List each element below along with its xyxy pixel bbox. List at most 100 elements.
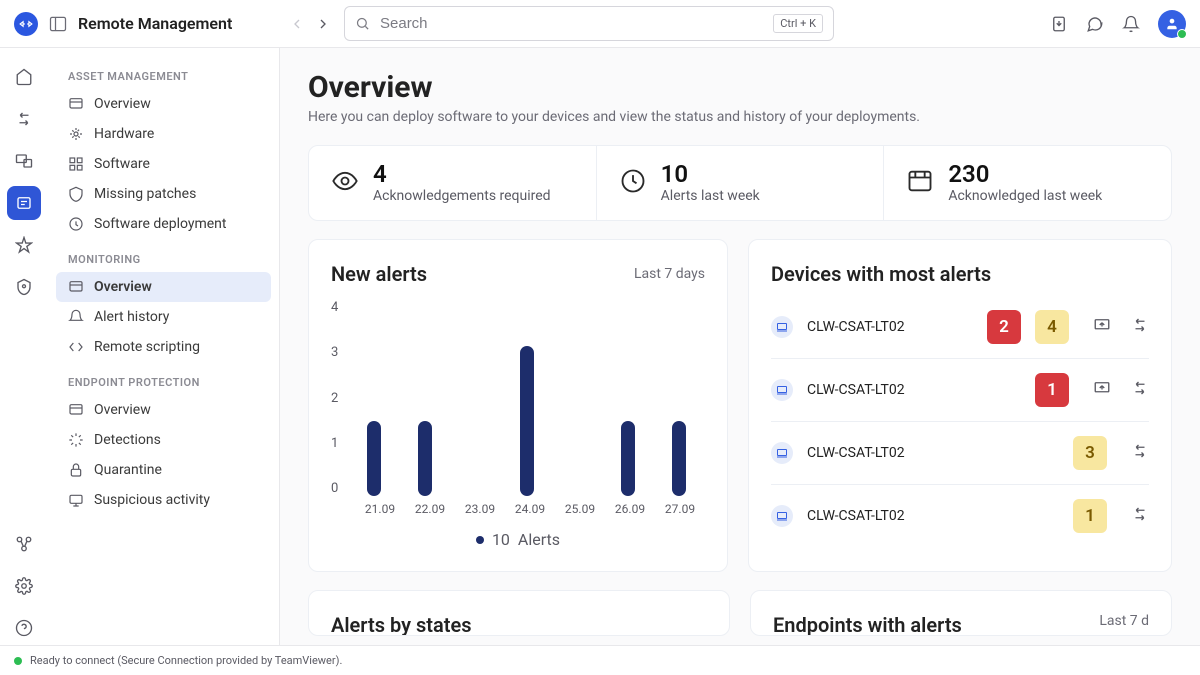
rail-security[interactable] xyxy=(7,270,41,304)
sidebar-item-quarantine[interactable]: Quarantine xyxy=(56,455,271,485)
chat-icon[interactable] xyxy=(1086,15,1104,33)
main-subline: Here you can deploy software to your dev… xyxy=(308,109,1172,125)
sidebar-heading: ENDPOINT PROTECTION xyxy=(56,370,271,395)
device-row: CLW-CSAT-LT02 3 xyxy=(771,422,1149,485)
sidebar-item-detections[interactable]: Detections xyxy=(56,425,271,455)
metric-2: 230Acknowledged last week xyxy=(884,146,1171,220)
sidebar-item-alert-history[interactable]: Alert history xyxy=(56,302,271,332)
device-row: CLW-CSAT-LT02 24 xyxy=(771,296,1149,359)
device-icon xyxy=(771,442,793,464)
bar xyxy=(367,421,381,496)
device-name: CLW-CSAT-LT02 xyxy=(807,445,1059,461)
nav-forward-button[interactable] xyxy=(312,13,334,35)
sidebar-item-icon xyxy=(68,402,84,418)
connect-icon[interactable] xyxy=(1131,379,1149,401)
sidebar-item-icon xyxy=(68,432,84,448)
rail-transfer[interactable] xyxy=(7,102,41,136)
sidebar-item-label: Overview xyxy=(94,279,152,295)
rail-remote-management[interactable] xyxy=(7,186,41,220)
rail-settings[interactable] xyxy=(7,569,41,603)
sidebar-item-label: Detections xyxy=(94,432,161,448)
sidebar-item-overview[interactable]: Overview xyxy=(56,89,271,119)
sidebar-item-label: Hardware xyxy=(94,126,154,142)
y-axis-tick: 1 xyxy=(331,436,338,451)
sidebar-item-icon xyxy=(68,186,84,202)
bar xyxy=(418,421,432,496)
bar xyxy=(520,346,534,496)
sidebar-item-software[interactable]: Software xyxy=(56,149,271,179)
sidebar-item-icon xyxy=(68,126,84,142)
sidebar-item-label: Missing patches xyxy=(94,186,196,202)
sidebar-item-hardware[interactable]: Hardware xyxy=(56,119,271,149)
connect-icon[interactable] xyxy=(1131,442,1149,464)
metric-icon xyxy=(331,167,359,199)
legend-count: 10 xyxy=(492,530,510,549)
sidebar-item-software-deployment[interactable]: Software deployment xyxy=(56,209,271,239)
search-input[interactable] xyxy=(380,15,763,32)
device-row: CLW-CSAT-LT021 xyxy=(771,485,1149,547)
rail-devices[interactable] xyxy=(7,144,41,178)
bell-icon[interactable] xyxy=(1122,15,1140,33)
device-icon xyxy=(771,379,793,401)
metric-value: 10 xyxy=(661,162,760,186)
sidebar-item-suspicious-activity[interactable]: Suspicious activity xyxy=(56,485,271,515)
x-axis-tick: 23.09 xyxy=(455,502,505,516)
install-icon[interactable] xyxy=(1050,15,1068,33)
alerts-card-range: Last 7 days xyxy=(634,266,705,282)
status-text: Ready to connect (Secure Connection prov… xyxy=(30,654,342,667)
x-axis-tick: 25.09 xyxy=(555,502,605,516)
rail-home[interactable] xyxy=(7,60,41,94)
y-axis-tick: 3 xyxy=(331,345,338,360)
metric-value: 230 xyxy=(948,162,1102,186)
sidebar-heading: ASSET MANAGEMENT xyxy=(56,64,271,89)
alert-badge-warning: 1 xyxy=(1073,499,1107,533)
sidebar-item-label: Remote scripting xyxy=(94,339,200,355)
alert-badge-warning: 3 xyxy=(1073,436,1107,470)
sidebar-item-label: Overview xyxy=(94,96,151,112)
sidebar-item-icon xyxy=(68,156,84,172)
user-avatar[interactable] xyxy=(1158,10,1186,38)
nav-back-button[interactable] xyxy=(286,13,308,35)
device-icon xyxy=(771,505,793,527)
device-row: CLW-CSAT-LT021 xyxy=(771,359,1149,422)
x-axis-tick: 24.09 xyxy=(505,502,555,516)
connect-icon[interactable] xyxy=(1131,316,1149,338)
rail-help[interactable] xyxy=(7,611,41,645)
x-axis-tick: 21.09 xyxy=(355,502,405,516)
sidebar-item-icon xyxy=(68,339,84,355)
metric-1: 10Alerts last week xyxy=(597,146,885,220)
y-axis-tick: 2 xyxy=(331,391,338,406)
alert-badge-warning: 4 xyxy=(1035,310,1069,344)
search-input-wrap[interactable]: Ctrl + K xyxy=(344,6,834,41)
y-axis-tick: 0 xyxy=(331,481,338,496)
sidebar-item-missing-patches[interactable]: Missing patches xyxy=(56,179,271,209)
device-name: CLW-CSAT-LT02 xyxy=(807,319,973,335)
rail-integrations[interactable] xyxy=(7,527,41,561)
metric-value: 4 xyxy=(373,162,551,186)
bar xyxy=(621,421,635,496)
metric-icon xyxy=(906,167,934,199)
sidebar-item-icon xyxy=(68,492,84,508)
y-axis-tick: 4 xyxy=(331,300,338,315)
sidebar-item-icon xyxy=(68,462,84,478)
rail-workflow[interactable] xyxy=(7,228,41,262)
device-icon xyxy=(771,316,793,338)
search-icon xyxy=(355,16,370,31)
alerts-card-title: New alerts xyxy=(331,262,427,286)
alert-badge-critical: 1 xyxy=(1035,373,1069,407)
alert-badge-critical: 2 xyxy=(987,310,1021,344)
sidebar-item-label: Alert history xyxy=(94,309,169,325)
devices-card-title: Devices with most alerts xyxy=(771,262,991,286)
sidebar-item-remote-scripting[interactable]: Remote scripting xyxy=(56,332,271,362)
sidebar-item-label: Quarantine xyxy=(94,462,162,478)
expand-icon[interactable] xyxy=(1093,316,1111,338)
legend-dot xyxy=(476,536,484,544)
app-logo xyxy=(14,12,38,36)
sidebar-item-overview[interactable]: Overview xyxy=(56,272,271,302)
sidebar-item-label: Overview xyxy=(94,402,151,418)
connect-icon[interactable] xyxy=(1131,505,1149,527)
search-kbd-hint: Ctrl + K xyxy=(773,14,823,33)
expand-icon[interactable] xyxy=(1093,379,1111,401)
sidebar-item-overview[interactable]: Overview xyxy=(56,395,271,425)
panel-toggle-icon[interactable] xyxy=(48,14,68,34)
